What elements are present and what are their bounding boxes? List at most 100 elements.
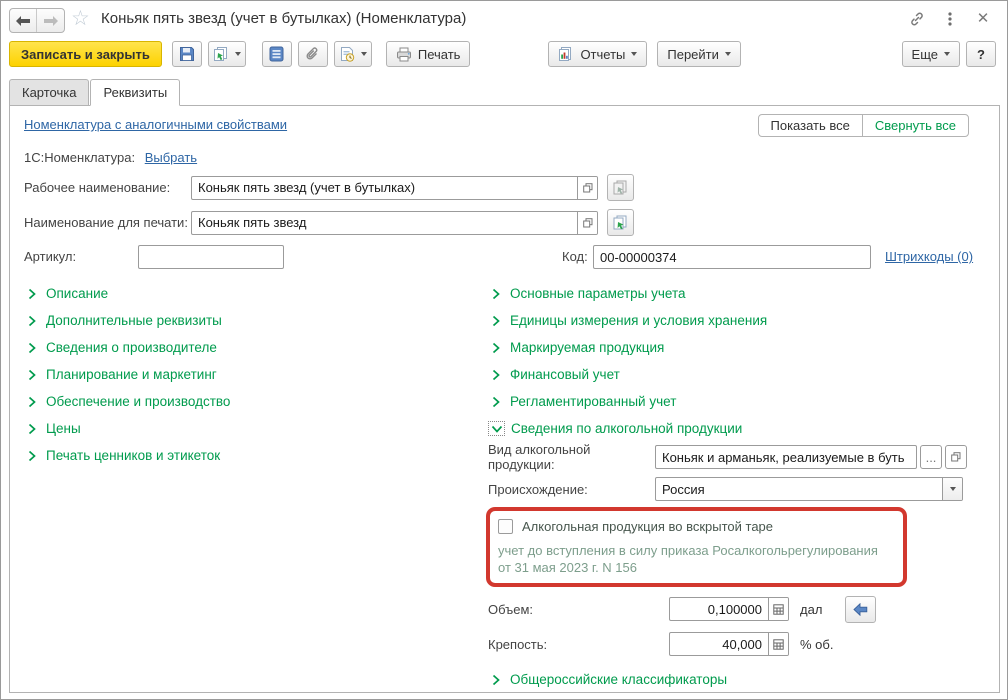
print-name-input[interactable]: Коньяк пять звезд (191, 210, 598, 235)
chevron-right-icon (24, 313, 39, 328)
copy-name-button-disabled[interactable] (607, 174, 634, 201)
structure-button[interactable] (261, 41, 292, 67)
chevron-right-icon (24, 394, 39, 409)
section-toggle[interactable]: Финансовый учет (488, 361, 984, 388)
caret-icon (631, 52, 638, 56)
volume-input[interactable]: 0,100000 (669, 597, 789, 621)
forward-button[interactable] (37, 9, 64, 32)
floppy-icon (179, 47, 194, 61)
print-name-label: Наименование для печати: (24, 215, 188, 230)
section-toggle[interactable]: Сведения о производителе (24, 334, 464, 361)
alcohol-kind-choose-button[interactable]: ... (920, 445, 942, 469)
chevron-right-icon (488, 313, 503, 328)
paperclip-icon (306, 47, 318, 60)
help-button[interactable]: ? (966, 41, 996, 67)
section-toggle[interactable]: Регламентированный учет (488, 388, 984, 415)
close-icon[interactable]: ✕ (975, 11, 991, 27)
collapse-all-button[interactable]: Свернуть все (861, 114, 969, 137)
print-button[interactable]: Печать (385, 41, 471, 67)
chevron-right-icon (24, 448, 39, 463)
section-toggle[interactable]: Цены (24, 415, 464, 442)
history-button[interactable] (333, 41, 372, 67)
save-button[interactable] (171, 41, 202, 67)
goto-label: Перейти (667, 46, 719, 62)
favorite-star-icon[interactable]: ☆ (71, 8, 90, 30)
section-toggle[interactable]: Планирование и маркетинг (24, 361, 464, 388)
code-input[interactable]: 00-00000374 (593, 245, 871, 269)
open-icon[interactable] (577, 211, 597, 234)
section-toggle[interactable]: Описание (24, 280, 464, 307)
section-alcohol-expanded[interactable]: Сведения по алкогольной продукции (488, 415, 984, 442)
choose-link[interactable]: Выбрать (145, 150, 197, 165)
tab-details[interactable]: Реквизиты (90, 79, 181, 106)
strength-unit: % об. (800, 636, 834, 652)
article-input[interactable] (138, 245, 284, 269)
highlight-red-box: Алкогольная продукция во вскрытой таре у… (486, 507, 907, 587)
regulation-note: учет до вступления в силу приказа Росалк… (498, 543, 878, 575)
copy-name-button[interactable] (607, 209, 634, 236)
article-label: Артикул: (24, 249, 77, 264)
origin-select[interactable]: Россия (655, 477, 963, 501)
open-icon[interactable] (577, 176, 597, 199)
open-icon (951, 452, 961, 462)
document-clock-icon (340, 47, 355, 62)
opened-container-checkbox[interactable] (498, 519, 513, 534)
section-toggle[interactable]: Обеспечение и производство (24, 388, 464, 415)
toolbar: Записать и закрыть Печать Отчеты Перейти… (9, 41, 996, 69)
chevron-right-icon (488, 340, 503, 355)
chevron-right-icon (24, 340, 39, 355)
app-window: ☆ Коньяк пять звезд (учет в бутылках) (Н… (0, 0, 1008, 700)
working-name-input[interactable]: Коньяк пять звезд (учет в бутылках) (191, 175, 598, 200)
volume-unit: дал (800, 601, 823, 617)
nomenclature-label: 1С:Номенклатура: (24, 150, 136, 165)
alcohol-kind-input[interactable]: Коньяк и арманьяк, реализуемые в буть (655, 445, 917, 469)
opened-container-label: Алкогольная продукция во вскрытой таре (522, 519, 774, 534)
printer-icon (396, 47, 411, 61)
details-panel: Номенклатура с аналогичными свойствами П… (9, 105, 1000, 693)
copy-green-icon (613, 215, 627, 230)
more-label: Еще (911, 46, 938, 62)
alcohol-section-title: Сведения по алкогольной продукции (511, 421, 743, 436)
chevron-right-icon (488, 367, 503, 382)
window-title: Коньяк пять звезд (учет в бутылках) (Ном… (101, 10, 467, 27)
copy-link-icon[interactable] (909, 11, 925, 27)
similar-nomenclature-link[interactable]: Номенклатура с аналогичными свойствами (24, 117, 287, 132)
section-toggle[interactable]: Дополнительные реквизиты (24, 307, 464, 334)
tab-card[interactable]: Карточка (9, 79, 90, 106)
dropdown-arrow-icon[interactable] (942, 478, 962, 500)
chevron-right-icon (488, 286, 503, 301)
working-name-label: Рабочее наименование: (24, 180, 171, 195)
classifiers-label: Общероссийские классификаторы (510, 672, 728, 687)
back-button[interactable] (10, 9, 37, 32)
section-toggle[interactable]: Печать ценников и этикеток (24, 442, 464, 469)
goto-button[interactable]: Перейти (657, 41, 741, 67)
caret-icon (234, 52, 241, 56)
save-and-close-button[interactable]: Записать и закрыть (9, 41, 162, 67)
report-chart-icon (559, 47, 572, 61)
section-toggle[interactable]: Маркируемая продукция (488, 334, 984, 361)
section-toggle[interactable]: Единицы измерения и условия хранения (488, 307, 984, 334)
show-all-button[interactable]: Показать все (757, 114, 863, 137)
attachments-button[interactable] (297, 41, 328, 67)
copy-element-button[interactable] (207, 41, 246, 67)
section-classifiers[interactable]: Общероссийские классификаторы (488, 666, 984, 693)
volume-label: Объем: (488, 601, 534, 617)
alcohol-kind-open-button[interactable] (945, 445, 967, 469)
strength-input[interactable]: 40,000 (669, 632, 789, 656)
fill-volume-button[interactable] (845, 595, 877, 623)
origin-label: Происхождение: (488, 481, 588, 497)
right-sections: Основные параметры учета Единицы измерен… (488, 280, 984, 415)
chevron-right-icon (24, 286, 39, 301)
more-button[interactable]: Еще (901, 41, 960, 67)
more-menu-icon[interactable] (942, 11, 958, 27)
calculator-icon[interactable] (768, 633, 788, 655)
code-label: Код: (562, 249, 588, 264)
section-toggle[interactable]: Основные параметры учета (488, 280, 984, 307)
caret-icon (724, 52, 731, 56)
reports-button[interactable]: Отчеты (548, 41, 648, 67)
chevron-down-icon (488, 421, 505, 436)
calculator-icon[interactable] (768, 598, 788, 620)
barcodes-link[interactable]: Штрихкоды (0) (885, 249, 973, 264)
chevron-right-icon (24, 421, 39, 436)
history-nav (9, 8, 65, 33)
